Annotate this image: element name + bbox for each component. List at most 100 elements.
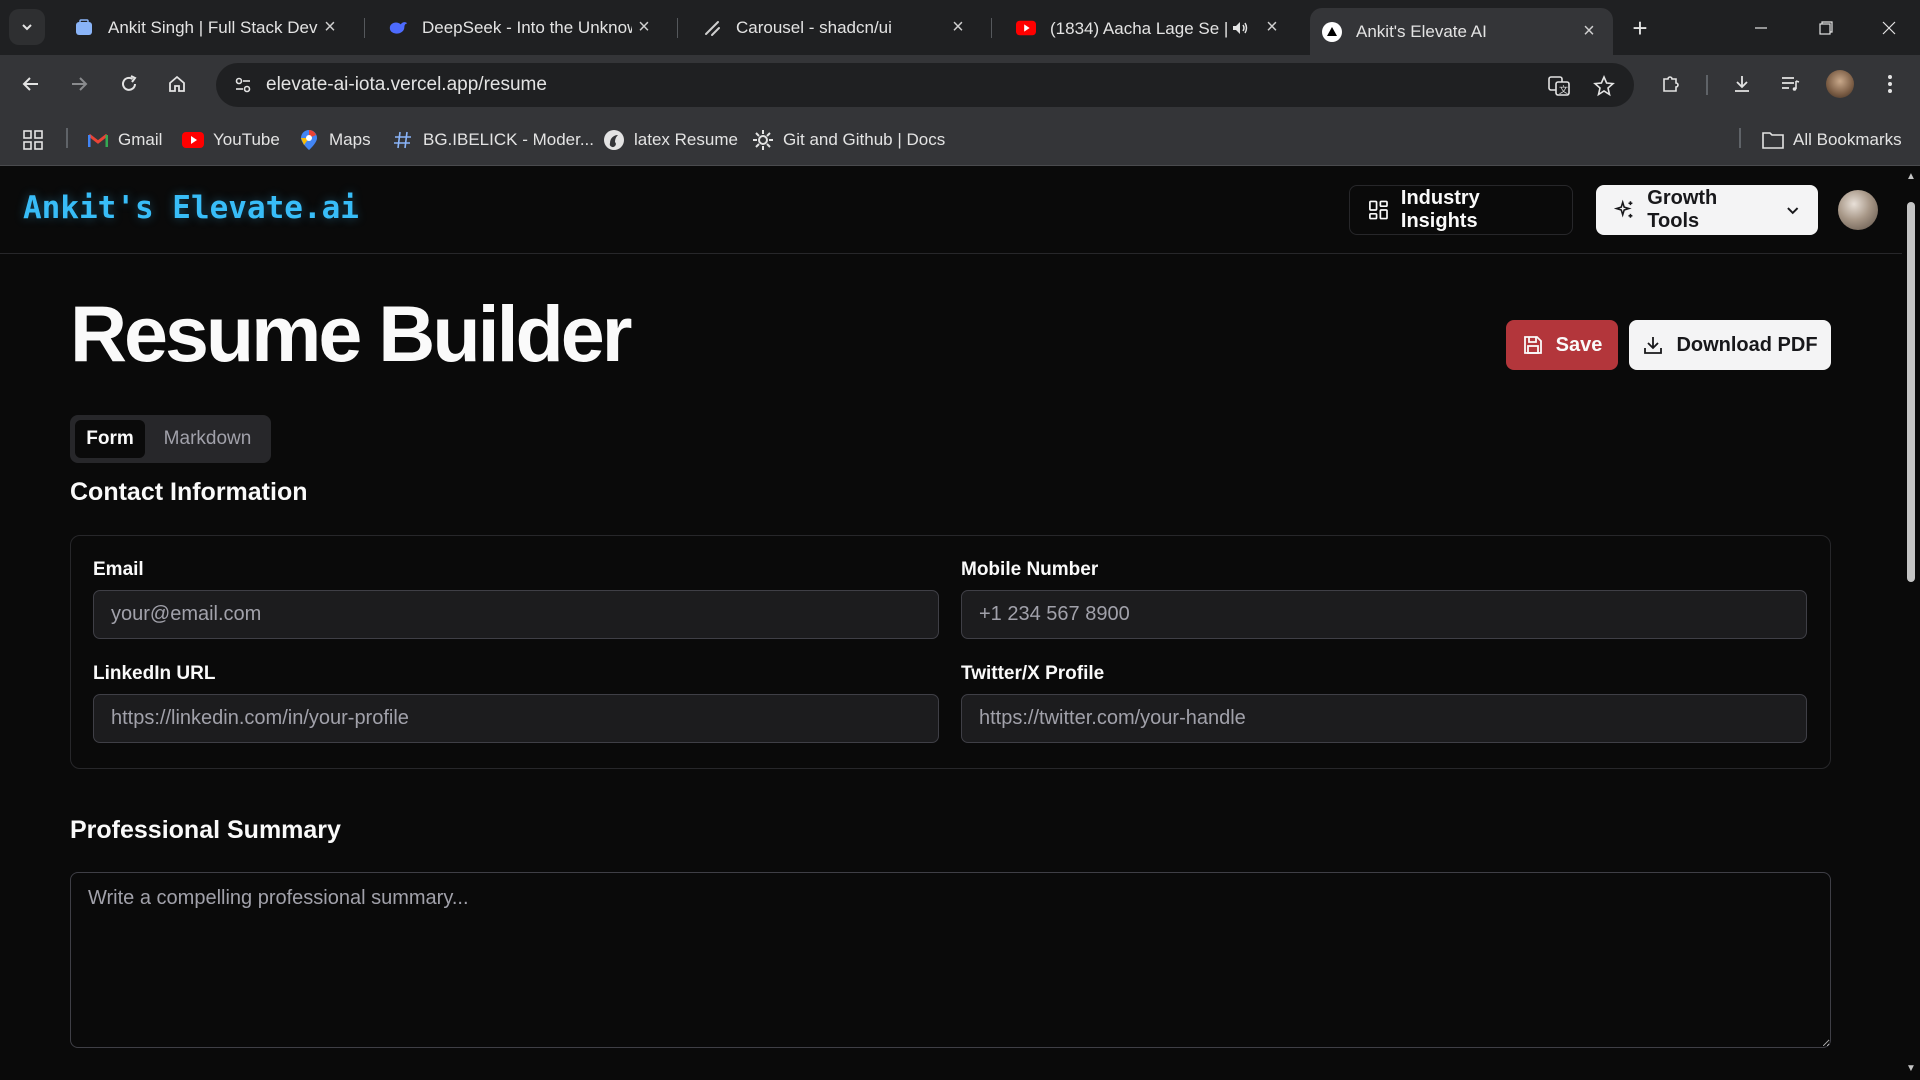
tab-markdown[interactable]: Markdown (150, 420, 265, 458)
close-icon[interactable]: × (632, 16, 656, 40)
bookmark-youtube[interactable]: YouTube (182, 127, 280, 153)
industry-insights-button[interactable]: Industry Insights (1349, 185, 1573, 235)
bookmark-label: latex Resume (634, 130, 738, 149)
back-button[interactable] (12, 65, 50, 103)
app-logo[interactable]: Ankit's Elevate.ai (23, 190, 359, 226)
svg-text:文: 文 (1559, 84, 1568, 96)
home-button[interactable] (158, 65, 196, 103)
tab-form[interactable]: Form (75, 420, 145, 458)
tab-title: Ankit's Elevate AI (1356, 21, 1487, 41)
bookmark-git-github-docs[interactable]: Git and Github | Docs (752, 127, 945, 153)
browser-tab-strip: Ankit Singh | Full Stack Develc × DeepSe… (0, 0, 1920, 55)
mobile-label: Mobile Number (961, 559, 1099, 580)
downloads-button[interactable] (1724, 66, 1760, 102)
resume-tabs: Form Markdown (70, 415, 271, 463)
mobile-number-field[interactable] (961, 590, 1807, 639)
professional-summary-textarea[interactable] (70, 872, 1831, 1048)
tab-title: Ankit Singh | Full Stack Develc (108, 17, 318, 37)
gear-icon (752, 129, 774, 151)
bookmark-bg-ibelick[interactable]: BG.IBELICK - Moder... (392, 127, 594, 153)
folder-icon (1762, 129, 1784, 151)
forward-button[interactable] (60, 65, 98, 103)
kebab-menu-icon (1888, 75, 1892, 93)
youtube-icon (182, 129, 204, 151)
download-icon (1735, 76, 1749, 92)
tab-search-button[interactable] (9, 9, 45, 45)
bookmark-latex-resume[interactable]: latex Resume (603, 127, 738, 153)
email-field[interactable] (93, 590, 939, 639)
browser-tab[interactable]: Ankit Singh | Full Stack Develc × (62, 8, 354, 47)
playlist-icon (1782, 77, 1800, 91)
bookmark-divider (1739, 128, 1741, 148)
close-icon[interactable]: × (1577, 20, 1601, 44)
save-button[interactable]: Save (1506, 320, 1618, 370)
browser-tab[interactable]: Carousel - shadcn/ui × (690, 8, 982, 47)
growth-tools-dropdown[interactable]: Growth Tools (1596, 185, 1818, 235)
browser-tab-active[interactable]: Ankit's Elevate AI × (1310, 8, 1613, 55)
grid-icon (23, 130, 43, 150)
address-bar[interactable]: elevate-ai-iota.vercel.app/resume 文 (216, 63, 1634, 107)
home-icon (169, 75, 185, 92)
profile-avatar[interactable] (1822, 66, 1858, 102)
portfolio-favicon-icon (74, 18, 94, 38)
minimize-button[interactable] (1730, 0, 1792, 55)
linkedin-url-field[interactable] (93, 694, 939, 743)
twitter-profile-field[interactable] (961, 694, 1807, 743)
bookmark-label: BG.IBELICK - Moder... (423, 130, 595, 149)
gmail-icon (87, 129, 109, 151)
minimize-icon (1755, 26, 1767, 29)
email-label: Email (93, 559, 144, 580)
plus-icon: + (1632, 12, 1648, 43)
tab-title: DeepSeek - Into the Unknown (422, 17, 632, 37)
browser-tab[interactable]: (1834) Aacha Lage Se | अं × (1004, 8, 1296, 47)
contact-section-title: Contact Information (70, 478, 308, 506)
user-avatar[interactable] (1838, 190, 1878, 230)
scroll-down-icon[interactable]: ▼ (1906, 1064, 1916, 1074)
media-controls-button[interactable] (1772, 66, 1808, 102)
map-pin-icon (298, 129, 320, 151)
bookmark-label: Maps (329, 130, 371, 149)
avatar (1826, 70, 1854, 98)
bookmark-maps[interactable]: Maps (298, 127, 371, 153)
browser-menu-button[interactable] (1872, 66, 1908, 102)
browser-tab[interactable]: DeepSeek - Into the Unknown × (376, 8, 668, 47)
new-tab-button[interactable]: + (1624, 12, 1656, 44)
page-viewport: Ankit's Elevate.ai Industry Insights Gro… (0, 166, 1902, 1080)
apps-button[interactable] (22, 127, 44, 153)
close-icon[interactable]: × (946, 16, 970, 40)
close-icon[interactable]: × (318, 16, 342, 40)
reload-button[interactable] (110, 65, 148, 103)
sparkles-icon (1614, 199, 1633, 218)
button-label: Download PDF (1676, 333, 1818, 356)
url-text[interactable]: elevate-ai-iota.vercel.app/resume (266, 74, 547, 96)
page-scrollbar[interactable]: ▲ ▼ (1902, 166, 1920, 1080)
save-icon (1523, 336, 1542, 354)
scrollbar-thumb[interactable] (1907, 202, 1915, 582)
shadcn-favicon-icon (702, 18, 722, 38)
vercel-favicon-icon (1322, 21, 1342, 42)
bookmark-gmail[interactable]: Gmail (87, 127, 162, 153)
star-icon[interactable] (1589, 71, 1619, 101)
scroll-up-icon[interactable]: ▲ (1906, 172, 1916, 182)
speaker-icon[interactable] (1228, 16, 1252, 40)
bookmark-label: Gmail (118, 130, 163, 149)
bookmark-label: YouTube (213, 130, 280, 149)
all-bookmarks-button[interactable]: All Bookmarks (1762, 127, 1902, 153)
app-header: Ankit's Elevate.ai Industry Insights Gro… (0, 166, 1902, 254)
page-title: Resume Builder (70, 289, 632, 378)
puzzle-icon (1663, 76, 1679, 92)
tab-divider (991, 18, 992, 38)
extensions-button[interactable] (1653, 66, 1689, 102)
button-label: Industry Insights (1400, 187, 1480, 232)
close-icon[interactable]: × (1260, 16, 1284, 40)
bookmark-label: All Bookmarks (1793, 130, 1902, 149)
chevron-down-icon (1786, 207, 1798, 215)
tab-divider (677, 18, 678, 38)
linkedin-label: LinkedIn URL (93, 663, 216, 684)
restore-button[interactable] (1795, 0, 1857, 55)
twitter-label: Twitter/X Profile (961, 663, 1105, 684)
site-settings-icon[interactable] (228, 70, 258, 100)
window-close-button[interactable] (1858, 0, 1920, 55)
download-pdf-button[interactable]: Download PDF (1629, 320, 1831, 370)
translate-icon[interactable]: 文 (1544, 71, 1574, 101)
